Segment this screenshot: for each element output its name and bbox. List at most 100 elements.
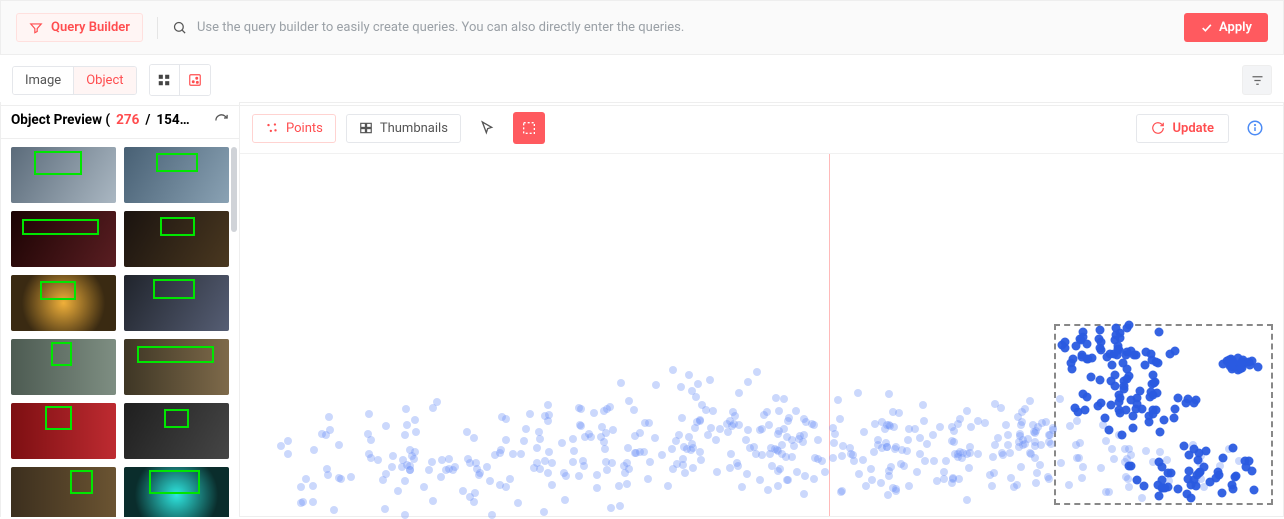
plot-point[interactable] (965, 464, 973, 472)
plot-point[interactable] (1067, 365, 1076, 374)
plot-point[interactable] (607, 504, 615, 512)
plot-point[interactable] (1004, 441, 1012, 449)
plot-point[interactable] (1111, 381, 1120, 390)
plot-point[interactable] (1132, 475, 1141, 484)
info-button[interactable] (1239, 112, 1271, 144)
plot-point[interactable] (1045, 475, 1053, 483)
plot-point[interactable] (1015, 443, 1023, 451)
plot-point[interactable] (381, 505, 389, 513)
plot-point[interactable] (437, 473, 445, 481)
plot-point[interactable] (1121, 351, 1130, 360)
plot-point[interactable] (1079, 463, 1087, 471)
plot-point[interactable] (916, 434, 924, 442)
plot-point[interactable] (949, 475, 957, 483)
plot-point[interactable] (693, 418, 701, 426)
plot-point[interactable] (1096, 375, 1105, 384)
plot-point[interactable] (836, 415, 844, 423)
plot-point[interactable] (1246, 361, 1255, 370)
plot-point[interactable] (1125, 483, 1133, 491)
plot-point[interactable] (1018, 418, 1026, 426)
plot-point[interactable] (870, 448, 878, 456)
plot-point[interactable] (1119, 376, 1128, 385)
refresh-button[interactable] (214, 113, 229, 128)
plot-point[interactable] (723, 420, 731, 428)
plot-point[interactable] (780, 395, 788, 403)
plot-point[interactable] (617, 379, 625, 387)
apply-button[interactable]: Apply (1184, 13, 1268, 42)
plot-point[interactable] (606, 403, 614, 411)
plot-point[interactable] (694, 380, 702, 388)
plot-point[interactable] (923, 440, 931, 448)
plot-point[interactable] (445, 455, 453, 463)
plot-point[interactable] (488, 511, 496, 519)
plot-point[interactable] (625, 397, 633, 405)
plot-point[interactable] (868, 476, 876, 484)
plot-point[interactable] (1173, 393, 1182, 402)
plot-point[interactable] (756, 476, 764, 484)
plot-point[interactable] (335, 441, 343, 449)
plot-point[interactable] (483, 463, 491, 471)
plot-point[interactable] (988, 482, 996, 490)
plot-point[interactable] (885, 390, 893, 398)
plot-point[interactable] (502, 483, 510, 491)
plot-point[interactable] (854, 389, 862, 397)
plot-point[interactable] (929, 431, 937, 439)
thumbnail-item[interactable] (124, 339, 229, 395)
plot-point[interactable] (1254, 363, 1263, 372)
plot-point[interactable] (774, 482, 782, 490)
filter-button[interactable] (1242, 65, 1272, 95)
plot-point[interactable] (651, 434, 659, 442)
plot-point[interactable] (801, 472, 809, 480)
plot-point[interactable] (780, 425, 788, 433)
plot-point[interactable] (772, 394, 780, 402)
plot-point[interactable] (1227, 481, 1236, 490)
plot-point[interactable] (569, 435, 577, 443)
thumbnail-item[interactable] (124, 403, 229, 459)
plot-point[interactable] (1141, 348, 1150, 357)
plot-point[interactable] (506, 475, 514, 483)
plot-point[interactable] (302, 475, 310, 483)
plot-point[interactable] (889, 408, 897, 416)
plot-point[interactable] (783, 433, 791, 441)
plot-point[interactable] (867, 465, 875, 473)
plot-point[interactable] (839, 442, 847, 450)
plot-point[interactable] (601, 445, 609, 453)
plot-point[interactable] (1150, 377, 1159, 386)
plot-point[interactable] (309, 498, 317, 506)
plot-point[interactable] (429, 497, 437, 505)
plot-point[interactable] (575, 472, 583, 480)
plot-point[interactable] (1125, 461, 1134, 470)
plot-point[interactable] (580, 462, 588, 470)
plot-point[interactable] (533, 444, 541, 452)
plot-point[interactable] (1068, 355, 1077, 364)
plot-point[interactable] (784, 417, 792, 425)
plot-point[interactable] (486, 477, 494, 485)
plot-point[interactable] (330, 506, 338, 514)
plot-point[interactable] (679, 455, 687, 463)
plot-point[interactable] (297, 483, 305, 491)
plot-point[interactable] (687, 446, 695, 454)
plot-point[interactable] (645, 419, 653, 427)
plot-point[interactable] (593, 471, 601, 479)
plot-point[interactable] (411, 448, 419, 456)
plot-point[interactable] (697, 456, 705, 464)
plot-point[interactable] (784, 476, 792, 484)
plot-point[interactable] (1083, 355, 1092, 364)
plot-point[interactable] (347, 473, 355, 481)
plot-point[interactable] (1154, 458, 1163, 467)
plot-point[interactable] (834, 396, 842, 404)
plot-point[interactable] (389, 452, 397, 460)
plot-point[interactable] (1128, 424, 1137, 433)
plot-point[interactable] (470, 434, 478, 442)
plot-point[interactable] (1154, 491, 1163, 500)
plot-point[interactable] (1045, 438, 1053, 446)
plot-point[interactable] (997, 404, 1005, 412)
plot-point[interactable] (792, 407, 800, 415)
plot-point[interactable] (1180, 442, 1189, 451)
plot-point[interactable] (466, 459, 474, 467)
plot-point[interactable] (829, 454, 837, 462)
plot-point[interactable] (1185, 466, 1194, 475)
plot-point[interactable] (1056, 395, 1064, 403)
plot-point[interactable] (608, 459, 616, 467)
plot-point[interactable] (742, 436, 750, 444)
